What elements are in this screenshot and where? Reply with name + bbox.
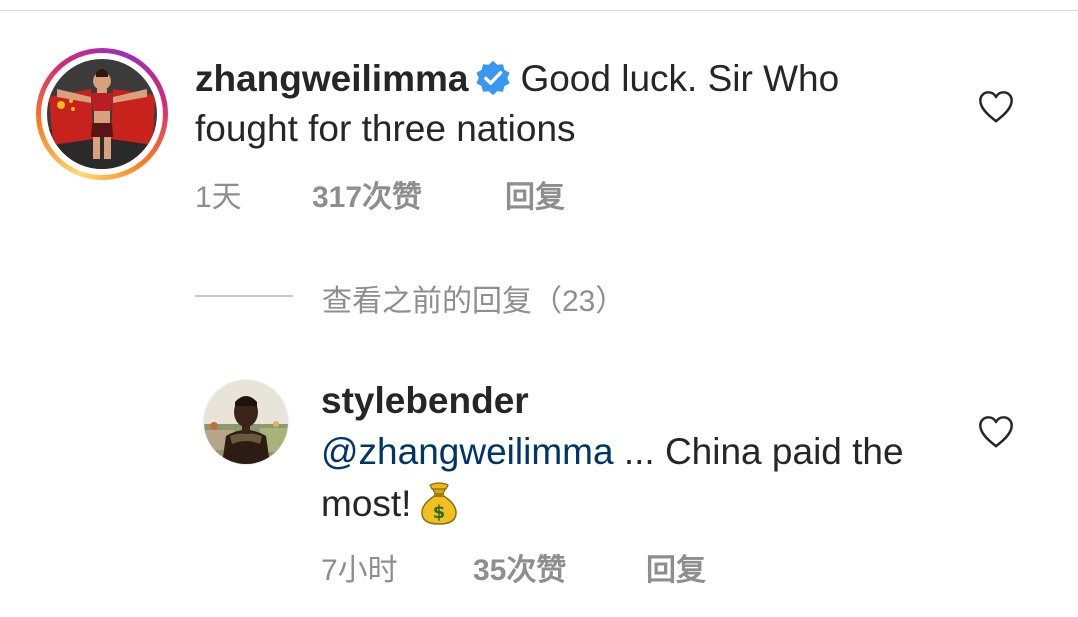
view-previous-replies-button[interactable]: 查看之前的回复（23） (195, 276, 715, 318)
story-ring[interactable] (36, 48, 168, 180)
verified-badge-icon (476, 60, 511, 96)
avatar[interactable] (203, 379, 289, 465)
like-heart-icon[interactable] (977, 414, 1015, 450)
comment-thread: zhangweilimma Good luck. Sir Who fought … (0, 0, 1078, 617)
mention-link[interactable]: @zhangweilimma (321, 431, 614, 472)
comment-meta: 7小时 35次赞 回复 (321, 545, 741, 587)
like-count[interactable]: 35次赞 (473, 545, 566, 589)
reply-button[interactable]: 回复 (505, 172, 565, 216)
fighter-holding-flag-avatar (47, 59, 157, 169)
like-heart-icon[interactable] (977, 89, 1015, 125)
like-count[interactable]: 317次赞 (312, 172, 422, 216)
reply-button[interactable]: 回复 (646, 545, 706, 589)
avatar[interactable] (47, 59, 157, 169)
username[interactable]: zhangweilimma (195, 58, 468, 99)
timestamp: 1天 (195, 181, 242, 214)
comment-meta: 1天 317次赞 回复 (195, 172, 615, 214)
reply-line (195, 295, 293, 297)
fighter-portrait-avatar (204, 380, 288, 464)
timestamp: 7小时 (321, 554, 398, 587)
username[interactable]: stylebender (321, 380, 529, 422)
svg-text:$: $ (433, 502, 446, 523)
top-divider (0, 10, 1078, 11)
view-previous-label: 查看之前的回复（23） (322, 285, 626, 318)
money-bag-icon: $ (421, 482, 458, 525)
